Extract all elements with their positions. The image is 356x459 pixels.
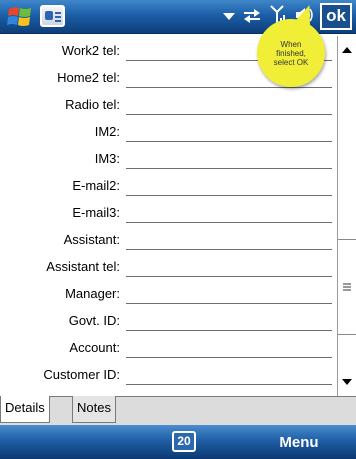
field-label: Home2 tel:	[57, 70, 120, 85]
form-row: Manager:	[0, 281, 336, 307]
balloon-line: finished,	[276, 48, 306, 58]
field-label: E-mail3:	[72, 205, 120, 220]
ok-button[interactable]: ok	[320, 3, 352, 30]
field-input[interactable]	[126, 311, 332, 331]
balloon-line: When	[280, 39, 302, 49]
form-row: IM3:	[0, 146, 336, 172]
field-input[interactable]	[126, 257, 332, 277]
input-panel-icon[interactable]: 20	[172, 431, 196, 452]
contact-card-icon	[40, 5, 65, 27]
scroll-up-button[interactable]	[338, 36, 356, 64]
field-input[interactable]	[126, 338, 332, 358]
vertical-scrollbar[interactable]	[337, 36, 356, 396]
field-input[interactable]	[126, 149, 332, 169]
form-row: Customer ID:	[0, 362, 336, 388]
form-row: Radio tel:	[0, 92, 336, 118]
form-row: E-mail3:	[0, 200, 336, 226]
field-input[interactable]	[126, 230, 332, 250]
field-label: IM2:	[94, 124, 120, 139]
field-input[interactable]	[126, 284, 332, 304]
field-input[interactable]	[126, 176, 332, 196]
field-label: Govt. ID:	[68, 313, 120, 328]
connectivity-icon[interactable]	[242, 6, 262, 29]
field-label: E-mail2:	[72, 178, 120, 193]
field-input[interactable]	[126, 122, 332, 142]
scroll-thumb[interactable]	[338, 239, 356, 335]
field-input[interactable]	[126, 365, 332, 385]
form-row: Account:	[0, 335, 336, 361]
menu-button[interactable]: Menu	[264, 432, 334, 454]
tab-details[interactable]: Details	[0, 396, 50, 423]
windows-start-icon[interactable]	[6, 4, 34, 30]
field-label: Manager:	[65, 286, 120, 301]
field-label: IM3:	[94, 151, 120, 166]
field-label: Radio tel:	[65, 97, 120, 112]
help-balloon: When finished, select OK	[257, 2, 325, 87]
tab-notes[interactable]: Notes	[72, 396, 116, 423]
field-input[interactable]	[126, 95, 332, 115]
contact-details-form: Work2 tel: Home2 tel: Radio tel: IM2: IM3: E-…	[0, 36, 336, 396]
form-row: E-mail2:	[0, 173, 336, 199]
form-row: Govt. ID:	[0, 308, 336, 334]
field-label: Assistant:	[63, 232, 120, 247]
field-label: Customer ID:	[43, 367, 120, 382]
balloon-line: select OK	[273, 57, 309, 67]
field-input[interactable]	[126, 203, 332, 223]
form-row: IM2:	[0, 119, 336, 145]
form-row: Assistant:	[0, 227, 336, 253]
scroll-down-button[interactable]	[338, 368, 356, 396]
field-label: Account:	[69, 340, 120, 355]
field-label: Assistant tel:	[46, 259, 120, 274]
softkey-bar: 20 Menu	[0, 425, 356, 459]
form-row: Assistant tel:	[0, 254, 336, 280]
field-label: Work2 tel:	[61, 43, 120, 58]
dropdown-arrow-icon[interactable]	[223, 8, 235, 26]
tab-bar: Details Notes	[0, 396, 356, 425]
